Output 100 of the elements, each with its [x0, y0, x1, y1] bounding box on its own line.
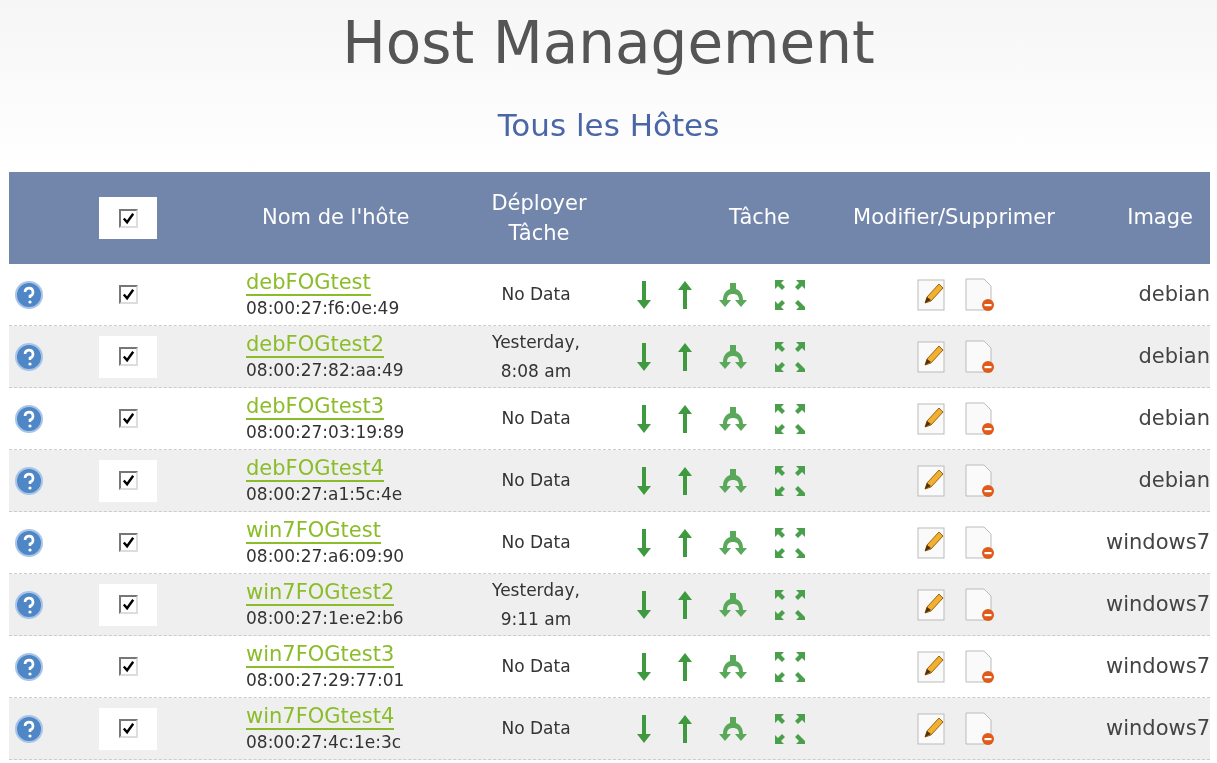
deploy-date: No Data: [500, 717, 572, 740]
down-arrow-icon[interactable]: [636, 527, 652, 558]
edit-pencil-icon[interactable]: [917, 278, 947, 311]
mac-address: 08:00:27:a1:5c:4e: [246, 482, 403, 506]
fork-arrows-icon[interactable]: [718, 343, 748, 370]
delete-page-icon[interactable]: [965, 711, 995, 746]
delete-page-icon[interactable]: [965, 277, 995, 312]
expand-arrows-icon[interactable]: [773, 525, 807, 560]
help-icon[interactable]: [15, 590, 43, 619]
fork-arrows-icon[interactable]: [718, 405, 748, 432]
column-header[interactable]: Déployer Tâche: [469, 188, 609, 248]
up-arrow-icon[interactable]: [677, 589, 693, 620]
edit-pencil-icon[interactable]: [917, 340, 947, 373]
down-arrow-icon[interactable]: [636, 713, 652, 744]
help-icon[interactable]: [15, 466, 43, 495]
edit-pencil-icon[interactable]: [917, 650, 947, 683]
delete-page-icon[interactable]: [965, 339, 995, 374]
image-name: windows7: [1105, 714, 1210, 742]
down-arrow-icon[interactable]: [636, 403, 652, 434]
help-icon[interactable]: [15, 342, 43, 371]
deploy-date: No Data: [500, 283, 572, 306]
host-name-link[interactable]: debFOGtest4: [246, 455, 385, 482]
up-arrow-icon[interactable]: [677, 341, 693, 372]
deploy-date: Yesterday, 8:08 am: [491, 330, 581, 383]
image-name: debian: [1137, 466, 1210, 494]
edit-pencil-icon[interactable]: [917, 712, 947, 745]
down-arrow-icon[interactable]: [636, 279, 652, 310]
delete-page-icon[interactable]: [965, 463, 995, 498]
up-arrow-icon[interactable]: [677, 279, 693, 310]
checkbox[interactable]: [118, 719, 138, 738]
host-name-link[interactable]: debFOGtest: [246, 269, 371, 296]
host-name-link[interactable]: win7FOGtest3: [246, 641, 395, 668]
expand-arrows-icon[interactable]: [773, 339, 807, 374]
down-arrow-icon[interactable]: [636, 465, 652, 496]
checkbox[interactable]: [118, 533, 138, 552]
edit-pencil-icon[interactable]: [917, 402, 947, 435]
delete-page-icon[interactable]: [965, 525, 995, 560]
checkbox[interactable]: [118, 347, 138, 366]
deploy-date: No Data: [500, 655, 572, 678]
mac-address: 08:00:27:82:aa:49: [246, 358, 404, 382]
deploy-date: No Data: [500, 469, 572, 492]
help-icon[interactable]: [15, 404, 43, 433]
image-name: windows7: [1105, 652, 1210, 680]
image-name: debian: [1137, 404, 1210, 432]
expand-arrows-icon[interactable]: [773, 463, 807, 498]
checkbox[interactable]: [118, 595, 138, 614]
expand-arrows-icon[interactable]: [773, 649, 807, 684]
checkbox[interactable]: [118, 657, 138, 676]
delete-page-icon[interactable]: [965, 401, 995, 436]
deploy-date: No Data: [500, 531, 572, 554]
up-arrow-icon[interactable]: [677, 651, 693, 682]
delete-page-icon[interactable]: [965, 587, 995, 622]
help-icon[interactable]: [15, 714, 43, 743]
column-header[interactable]: Modifier/Supprimer: [829, 202, 1079, 234]
up-arrow-icon[interactable]: [677, 465, 693, 496]
down-arrow-icon[interactable]: [636, 341, 652, 372]
expand-arrows-icon[interactable]: [773, 587, 807, 622]
mac-address: 08:00:27:29:77:01: [246, 668, 405, 692]
fork-arrows-icon[interactable]: [718, 467, 748, 494]
checkbox[interactable]: [118, 471, 138, 490]
help-icon[interactable]: [15, 652, 43, 681]
fork-arrows-icon[interactable]: [718, 653, 748, 680]
help-icon[interactable]: [15, 280, 43, 309]
column-header[interactable]: Tâche: [609, 202, 829, 234]
deploy-date: Yesterday, 9:11 am: [491, 578, 581, 631]
mac-address: 08:00:27:f6:0e:49: [246, 296, 400, 320]
section-title: Tous les Hôtes: [497, 106, 720, 145]
column-header[interactable]: Nom de l'hôte: [249, 202, 469, 234]
host-name-link[interactable]: debFOGtest3: [246, 393, 385, 420]
mac-address: 08:00:27:1e:e2:b6: [246, 606, 404, 630]
fork-arrows-icon[interactable]: [718, 529, 748, 556]
down-arrow-icon[interactable]: [636, 651, 652, 682]
help-icon[interactable]: [15, 528, 43, 557]
mac-address: 08:00:27:a6:09:90: [246, 544, 405, 568]
delete-page-icon[interactable]: [965, 649, 995, 684]
mac-address: 08:00:27:4c:1e:3c: [246, 730, 402, 754]
edit-pencil-icon[interactable]: [917, 588, 947, 621]
host-name-link[interactable]: win7FOGtest4: [246, 703, 395, 730]
fork-arrows-icon[interactable]: [718, 591, 748, 618]
image-name: windows7: [1105, 528, 1210, 556]
host-name-link[interactable]: win7FOGtest2: [246, 579, 395, 606]
up-arrow-icon[interactable]: [677, 527, 693, 558]
fork-arrows-icon[interactable]: [718, 715, 748, 742]
fork-arrows-icon[interactable]: [718, 281, 748, 308]
down-arrow-icon[interactable]: [636, 589, 652, 620]
image-name: windows7: [1105, 590, 1210, 618]
expand-arrows-icon[interactable]: [773, 277, 807, 312]
edit-pencil-icon[interactable]: [917, 464, 947, 497]
column-header[interactable]: Image: [1079, 202, 1210, 234]
expand-arrows-icon[interactable]: [773, 401, 807, 436]
up-arrow-icon[interactable]: [677, 403, 693, 434]
checkbox[interactable]: [118, 285, 138, 304]
checkbox[interactable]: [118, 208, 138, 228]
up-arrow-icon[interactable]: [677, 713, 693, 744]
host-name-link[interactable]: debFOGtest2: [246, 331, 385, 358]
checkbox[interactable]: [118, 409, 138, 428]
expand-arrows-icon[interactable]: [773, 711, 807, 746]
edit-pencil-icon[interactable]: [917, 526, 947, 559]
host-name-link[interactable]: win7FOGtest: [246, 517, 381, 544]
deploy-date: No Data: [500, 407, 572, 430]
